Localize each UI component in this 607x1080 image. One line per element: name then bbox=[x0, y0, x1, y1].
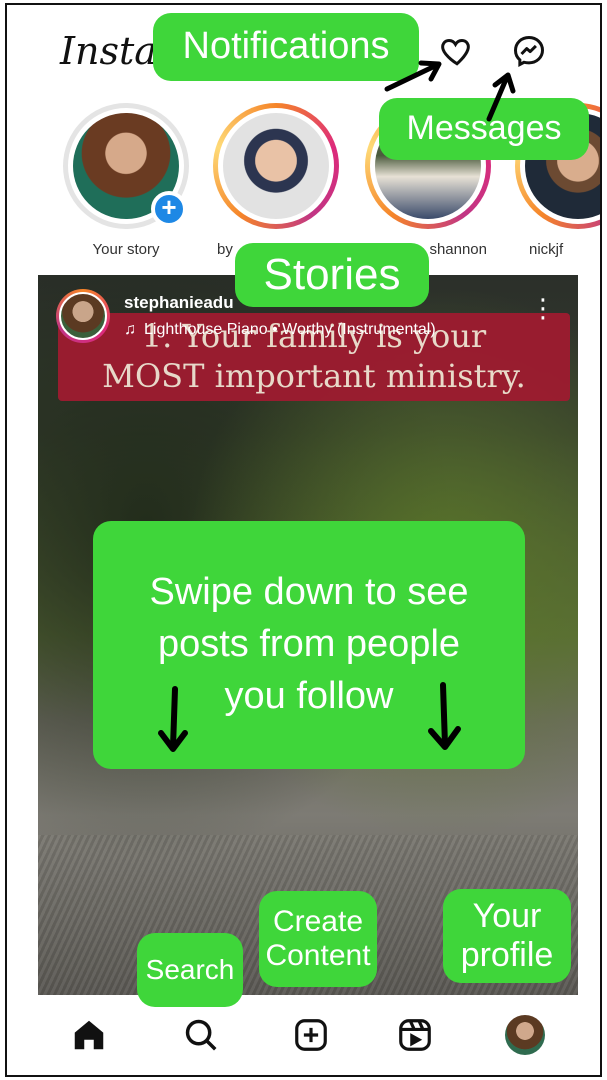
post-username[interactable]: stephanieadu bbox=[124, 293, 234, 313]
plus-square-icon[interactable] bbox=[289, 1013, 333, 1057]
profile-line-1: Your bbox=[472, 896, 542, 935]
music-title: Lighthouse Piano • Worthy (Instrumental) bbox=[144, 321, 436, 338]
arrow-messages-icon bbox=[486, 72, 516, 122]
arrow-down-right-icon bbox=[428, 682, 461, 750]
search-icon[interactable] bbox=[179, 1013, 223, 1057]
create-line-2: Content bbox=[265, 939, 371, 972]
arrow-down-left-icon bbox=[158, 686, 188, 752]
post-author-avatar[interactable] bbox=[56, 289, 110, 343]
story-avatar bbox=[223, 113, 329, 219]
add-story-icon[interactable]: + bbox=[151, 191, 187, 227]
story-label: Your story bbox=[92, 241, 160, 258]
profile-line-2: profile bbox=[460, 936, 554, 974]
arrow-notifications-icon bbox=[384, 60, 442, 92]
callout-profile: Your profile bbox=[443, 889, 571, 983]
callout-create: Create Content bbox=[259, 891, 377, 987]
swipe-line-2: posts from people bbox=[157, 623, 461, 666]
story-item[interactable]: by bbox=[213, 103, 339, 258]
story-label: nickjf bbox=[529, 241, 564, 258]
home-icon[interactable] bbox=[67, 1013, 111, 1057]
more-vertical-icon[interactable]: ⋮ bbox=[530, 295, 556, 321]
post-music[interactable]: ♫ Lighthouse Piano • Worthy (Instrumenta… bbox=[124, 321, 436, 339]
callout-search: Search bbox=[137, 933, 243, 1007]
phone-frame: Instagram + Your story by bbox=[5, 3, 602, 1077]
story-your-story[interactable]: + Your story bbox=[63, 103, 189, 258]
swipe-line-1: Swipe down to see bbox=[149, 571, 469, 614]
messenger-icon[interactable] bbox=[511, 33, 547, 69]
profile-avatar[interactable] bbox=[503, 1013, 547, 1057]
bottom-navigation bbox=[7, 995, 600, 1075]
callout-stories: Stories bbox=[235, 243, 429, 307]
create-line-1: Create bbox=[272, 904, 364, 938]
callout-notifications: Notifications bbox=[153, 13, 419, 81]
swipe-line-3: you follow bbox=[224, 674, 394, 717]
music-note-icon: ♫ bbox=[124, 321, 136, 338]
banner-line-2: MOST important ministry. bbox=[102, 357, 526, 395]
reels-icon[interactable] bbox=[393, 1013, 437, 1057]
